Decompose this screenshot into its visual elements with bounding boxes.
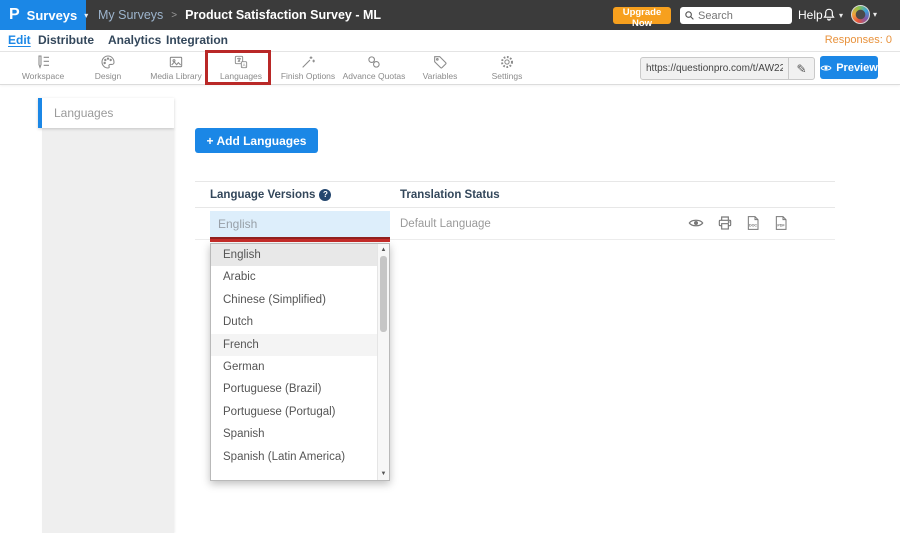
upgrade-now-button[interactable]: Upgrade Now (613, 7, 671, 24)
dropdown-option-portuguese-portugal[interactable]: Portuguese (Portugal) (211, 401, 377, 423)
advance-quotas-chain-icon (366, 54, 382, 70)
eye-icon (820, 62, 832, 74)
view-language-button[interactable] (687, 215, 705, 233)
product-switcher[interactable]: P Surveys ▾ (0, 0, 86, 30)
tab-distribute[interactable]: Distribute (38, 30, 94, 52)
survey-url-input[interactable] (641, 63, 788, 74)
scroll-down-icon[interactable]: ▼ (378, 469, 389, 479)
printer-icon (717, 215, 733, 231)
scroll-up-icon[interactable]: ▲ (378, 245, 389, 255)
survey-title: Product Satisfaction Survey - ML (185, 8, 381, 22)
global-search (680, 7, 792, 24)
dropdown-option-english[interactable]: English (211, 244, 377, 266)
edit-toolbar: Workspace Design Media Library A Languag… (0, 52, 900, 85)
product-name: Surveys (27, 8, 78, 23)
topbar: P Surveys ▾ My Surveys > Product Satisfa… (0, 0, 900, 30)
pencil-icon: ✎ (796, 62, 806, 76)
pdf-file-icon: PDF (773, 215, 789, 231)
chevron-down-icon: ▾ (839, 11, 843, 20)
export-doc-button[interactable]: DOC (744, 215, 762, 233)
dropdown-option-arabic[interactable]: Arabic (211, 266, 377, 288)
column-language-versions: Language Versions? (210, 182, 331, 209)
dropdown-option-dutch[interactable]: Dutch (211, 311, 377, 333)
languages-table-header: Language Versions? Translation Status (195, 181, 835, 208)
annotation-underline-input (210, 237, 390, 242)
language-dropdown: English Arabic Chinese (Simplified) Dutc… (210, 243, 390, 481)
tab-analytics[interactable]: Analytics (108, 30, 161, 52)
sidebar-item-languages[interactable]: Languages (38, 98, 174, 128)
dropdown-option-chinese-simplified[interactable]: Chinese (Simplified) (211, 289, 377, 311)
preview-button[interactable]: Preview (820, 56, 878, 79)
account-menu[interactable]: ▾ (851, 5, 877, 24)
avatar (851, 5, 870, 24)
questionpro-logo-icon: P (9, 0, 20, 30)
dropdown-option-portuguese-brazil[interactable]: Portuguese (Brazil) (211, 378, 377, 400)
responses-count[interactable]: Responses: 0 (825, 30, 892, 52)
eye-icon (688, 215, 704, 231)
svg-text:PDF: PDF (777, 223, 785, 227)
toolbar-item-variables[interactable]: Variables (412, 54, 468, 83)
dropdown-option-french[interactable]: French (211, 334, 377, 356)
edit-url-button[interactable]: ✎ (788, 58, 814, 79)
help-link[interactable]: Help (798, 0, 823, 30)
export-pdf-button[interactable]: PDF (772, 215, 790, 233)
tab-integration[interactable]: Integration (166, 30, 228, 52)
toolbar-item-workspace[interactable]: Workspace (13, 54, 73, 83)
sidebar-item-label: Languages (54, 106, 113, 120)
svg-text:DOC: DOC (749, 223, 757, 227)
toolbar-item-media-library[interactable]: Media Library (140, 54, 212, 83)
settings-gear-icon (499, 54, 515, 70)
section-nav: Edit Distribute Analytics Integration Re… (0, 30, 900, 52)
survey-url-box: ✎ (640, 57, 815, 80)
workspace-icon (35, 54, 51, 70)
table-row-default-language: Default Language DOC PDF (195, 208, 835, 240)
language-dropdown-list: English Arabic Chinese (Simplified) Dutc… (211, 244, 377, 480)
design-palette-icon (100, 54, 116, 70)
help-icon[interactable]: ? (319, 189, 331, 201)
search-input[interactable] (698, 10, 786, 22)
languages-translate-icon: A (233, 54, 249, 70)
chevron-down-icon: ▾ (84, 11, 88, 20)
toolbar-item-finish-options[interactable]: Finish Options (276, 54, 340, 83)
column-translation-status: Translation Status (400, 182, 500, 209)
search-icon (684, 10, 695, 21)
dropdown-option-spanish-latin-america[interactable]: Spanish (Latin America) (211, 446, 377, 468)
notifications-button[interactable]: ▾ (821, 7, 843, 23)
doc-file-icon: DOC (745, 215, 761, 231)
variables-tag-icon (432, 54, 448, 70)
breadcrumb-separator-icon: > (171, 10, 177, 21)
language-name-input[interactable] (210, 211, 390, 237)
app-window: P Surveys ▾ My Surveys > Product Satisfa… (0, 0, 900, 533)
default-language-label: Default Language (400, 208, 491, 240)
tab-edit[interactable]: Edit (8, 30, 31, 52)
dropdown-option-spanish[interactable]: Spanish (211, 423, 377, 445)
toolbar-item-settings[interactable]: Settings (478, 54, 536, 83)
add-languages-button[interactable]: + Add Languages (195, 128, 318, 153)
chevron-down-icon: ▾ (873, 10, 877, 19)
breadcrumb-my-surveys[interactable]: My Surveys (98, 8, 163, 22)
print-language-button[interactable] (716, 215, 734, 233)
sidebar-panel (42, 128, 174, 533)
toolbar-item-languages[interactable]: A Languages (210, 54, 272, 83)
scrollbar-thumb[interactable] (380, 256, 387, 332)
media-library-icon (168, 54, 184, 70)
bell-icon (821, 7, 837, 23)
dropdown-option-german[interactable]: German (211, 356, 377, 378)
breadcrumb: My Surveys > Product Satisfaction Survey… (98, 0, 381, 30)
dropdown-scrollbar[interactable]: ▲ ▼ (377, 244, 389, 480)
toolbar-item-design[interactable]: Design (80, 54, 136, 83)
toolbar-item-advance-quotas[interactable]: Advance Quotas (340, 54, 408, 83)
finish-options-wand-icon (300, 54, 316, 70)
